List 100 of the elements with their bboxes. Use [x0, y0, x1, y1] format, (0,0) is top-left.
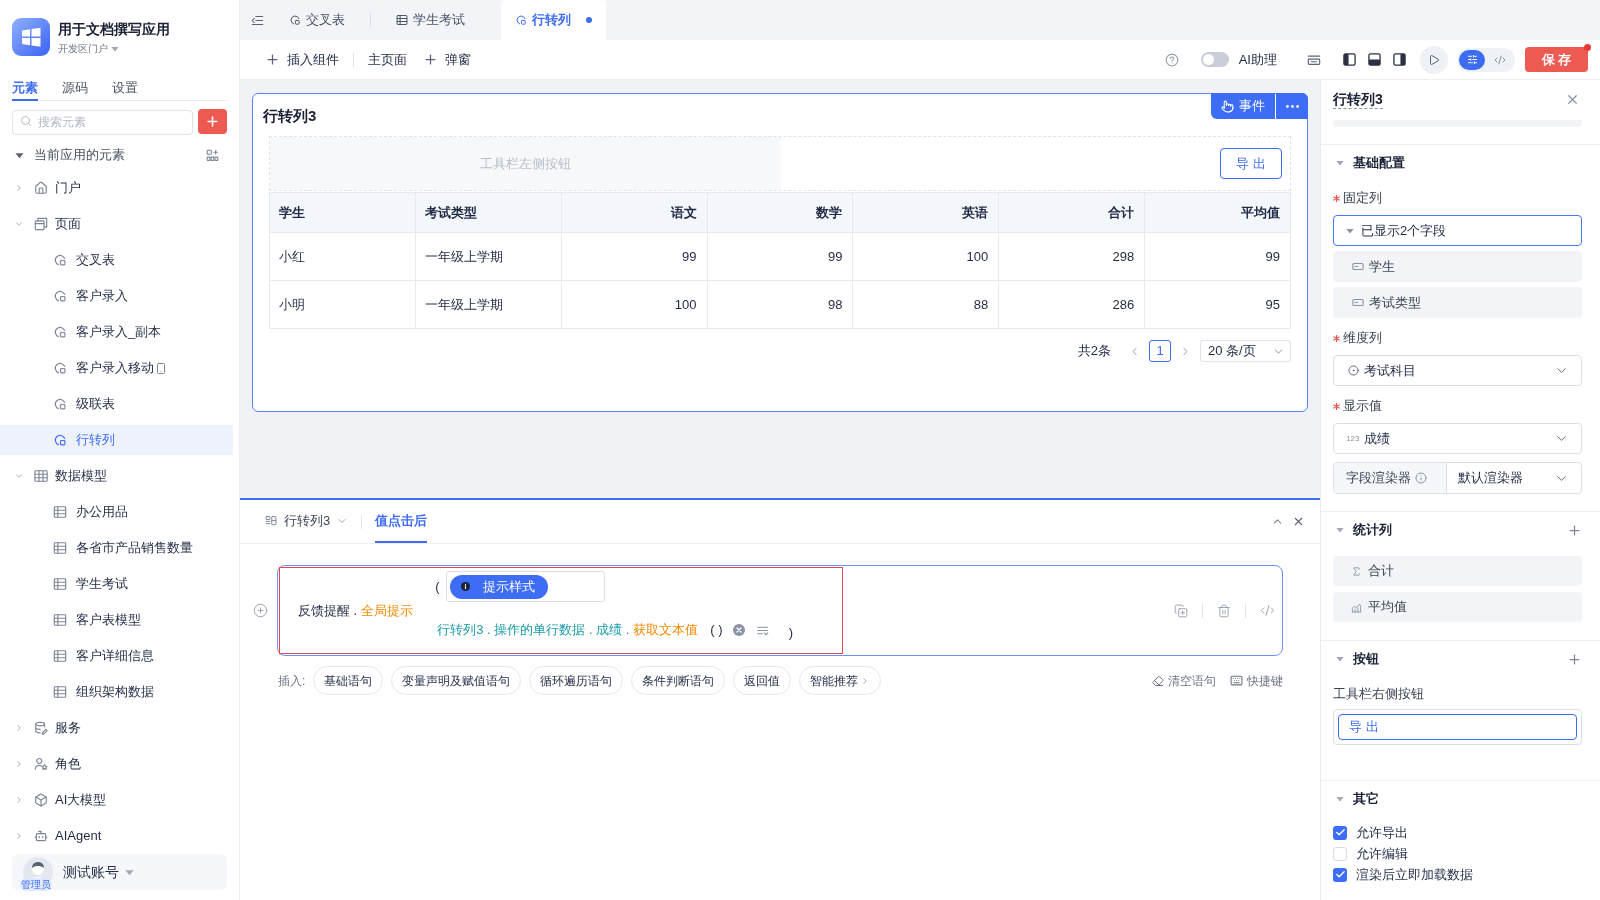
table-cell: 小红: [270, 233, 416, 281]
option-field[interactable]: 提示样式: [445, 571, 605, 602]
collapse-menu-icon[interactable]: [251, 13, 264, 27]
bottom-panel-icon[interactable]: [1368, 53, 1381, 66]
checkbox[interactable]: [1333, 846, 1347, 861]
sidebar-tab[interactable]: 源码: [62, 76, 88, 101]
tree-item[interactable]: 各省市产品销售数量: [0, 533, 233, 563]
rows-icon[interactable]: [1307, 52, 1321, 67]
tree-item[interactable]: 客户表模型: [0, 605, 233, 635]
insert-option-button[interactable]: 智能推荐: [799, 666, 882, 695]
portal-dropdown[interactable]: 开发区门户: [58, 42, 119, 56]
field-item[interactable]: 学生: [1333, 251, 1582, 282]
code-icon[interactable]: [1260, 603, 1275, 618]
more-button[interactable]: [1276, 93, 1308, 119]
chevron-down-icon[interactable]: [14, 471, 24, 481]
radio-icon: [1348, 365, 1359, 376]
checkbox[interactable]: [1333, 825, 1347, 840]
page-size-select[interactable]: 20 条/页: [1200, 340, 1291, 362]
renderer-select[interactable]: 默认渲染器: [1447, 463, 1581, 493]
tree-item[interactable]: 客户录入_副本: [0, 317, 233, 347]
tree-item[interactable]: 客户录入: [0, 281, 233, 311]
toggle-switch[interactable]: [1200, 52, 1229, 67]
select-field[interactable]: 已显示2个字段: [1333, 215, 1582, 246]
select-field[interactable]: 123 成绩: [1333, 423, 1582, 454]
tree-item[interactable]: AI大模型: [0, 785, 233, 815]
page-tab[interactable]: 学生考试: [382, 0, 479, 40]
panel-tab[interactable]: 行转列3: [265, 500, 349, 543]
tree-item[interactable]: 办公用品: [0, 497, 233, 527]
stat-item[interactable]: 合计: [1333, 556, 1582, 586]
tree-item[interactable]: 级联表: [0, 389, 233, 419]
clear-icon[interactable]: [732, 624, 745, 636]
chevron-down-icon[interactable]: [14, 219, 24, 229]
toolbar-button[interactable]: 主页面: [368, 49, 407, 70]
insert-option-button[interactable]: 返回值: [733, 666, 792, 695]
tree-item[interactable]: 门户: [0, 173, 233, 203]
style-tag[interactable]: 提示样式: [449, 574, 548, 599]
chart-icon: [1351, 601, 1362, 613]
checkbox[interactable]: [1333, 867, 1347, 882]
chevron-right-icon[interactable]: [14, 795, 24, 805]
tree-item[interactable]: 客户录入移动: [0, 353, 233, 383]
tree-item[interactable]: 客户详细信息: [0, 641, 233, 671]
clear-statements-button[interactable]: 清空语句: [1152, 671, 1216, 690]
tree-item[interactable]: 交叉表: [0, 245, 233, 275]
tree-item[interactable]: 行转列: [0, 425, 233, 455]
grid-icon: [34, 469, 48, 483]
page-button[interactable]: 1: [1149, 340, 1171, 362]
stat-item[interactable]: 平均值: [1333, 592, 1582, 622]
copy-icon[interactable]: [1174, 603, 1188, 618]
event-button[interactable]: 事件: [1211, 93, 1275, 119]
tree-item[interactable]: 页面: [0, 209, 233, 239]
tree-item[interactable]: 组织架构数据: [0, 677, 233, 707]
field-item[interactable]: 考试类型: [1333, 287, 1582, 318]
left-panel-icon[interactable]: [1343, 53, 1356, 66]
account-button[interactable]: 管理员 测试账号: [12, 854, 227, 890]
chevron-right-icon[interactable]: [14, 183, 24, 193]
panel-tab[interactable]: 值点击后: [375, 500, 428, 543]
insert-option-button[interactable]: 变量声明及赋值语句: [391, 666, 522, 695]
chevron-right-icon[interactable]: [14, 723, 24, 733]
chevron-right-icon[interactable]: [14, 831, 24, 841]
insert-option-button[interactable]: 基础语句: [313, 666, 384, 695]
layout-icon[interactable]: [206, 148, 219, 162]
add-statement-icon[interactable]: [253, 603, 268, 618]
export-button[interactable]: 导 出: [1220, 148, 1282, 179]
app-title: 用于文档撰写应用: [58, 20, 170, 39]
section-title: 基础配置: [1353, 154, 1405, 173]
caret-down-icon[interactable]: [15, 150, 24, 160]
insert-option-button[interactable]: 条件判断语句: [631, 666, 726, 695]
right-panel-icon[interactable]: [1393, 53, 1406, 66]
page-icon: [515, 14, 527, 26]
table-icon: [53, 541, 67, 555]
insert-option-button[interactable]: 循环遍历语句: [529, 666, 624, 695]
tree-item[interactable]: 数据模型: [0, 461, 233, 491]
add-button[interactable]: [198, 109, 227, 134]
page-tab[interactable]: 行转列: [501, 0, 606, 40]
tree-item[interactable]: 学生考试: [0, 569, 233, 599]
sidebar-tab[interactable]: 设置: [112, 76, 138, 101]
shortcuts-button[interactable]: 快捷键: [1230, 671, 1283, 690]
info-icon: [460, 582, 470, 591]
tree-item[interactable]: 服务: [0, 713, 233, 743]
help-icon[interactable]: [1164, 52, 1179, 67]
toolbar-button[interactable]: 弹窗: [423, 49, 471, 70]
toolbar-button[interactable]: 插入组件: [265, 49, 339, 70]
sidebar-tab[interactable]: 元素: [12, 76, 38, 101]
tree-item[interactable]: AIAgent: [0, 821, 233, 851]
page-icon: [53, 397, 67, 411]
trash-icon[interactable]: [1217, 603, 1231, 618]
close-icon[interactable]: [1292, 515, 1305, 528]
page-tab[interactable]: 交叉表: [275, 0, 359, 40]
search-field[interactable]: 搜索元素: [12, 109, 193, 135]
add-icon[interactable]: [1567, 522, 1582, 538]
preview-button[interactable]: [1420, 45, 1448, 74]
select-field[interactable]: 考试科目: [1333, 355, 1582, 386]
tree-item[interactable]: 角色: [0, 749, 233, 779]
search-icon: [20, 115, 32, 127]
add-icon[interactable]: [1567, 651, 1582, 667]
page-icon: [53, 361, 67, 375]
button-item[interactable]: 导 出: [1338, 714, 1577, 740]
mode-button[interactable]: [1459, 49, 1485, 70]
page-icon: [53, 253, 67, 267]
chevron-right-icon[interactable]: [14, 759, 24, 769]
